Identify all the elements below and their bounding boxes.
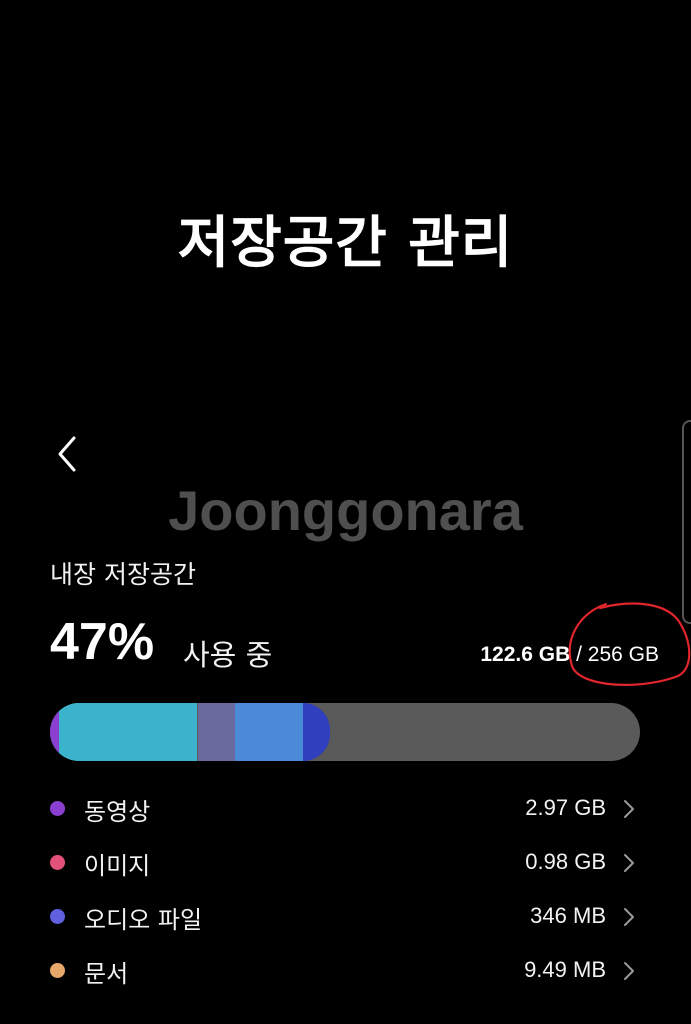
- category-label: 동영상: [84, 798, 151, 826]
- category-row[interactable]: 이미지 0.98 GB: [0, 836, 691, 890]
- category-size: 9.49 MB: [524, 957, 606, 982]
- category-color-dot: [50, 909, 65, 924]
- category-label: 문서: [84, 960, 129, 988]
- section-title: 내장 저장공간: [50, 560, 196, 589]
- chevron-right-icon: [624, 800, 634, 818]
- usage-bar-segment: [58, 703, 198, 761]
- category-label: 오디오 파일: [84, 906, 203, 934]
- category-row[interactable]: 문서 9.49 MB: [0, 944, 691, 998]
- usage-bar: [50, 703, 640, 761]
- watermark-logo: Joonggonara: [168, 479, 523, 542]
- in-use-label: 사용 중: [183, 638, 273, 672]
- category-size: 346 MB: [530, 903, 606, 928]
- category-size: 2.97 GB: [525, 795, 606, 820]
- back-button[interactable]: [52, 432, 86, 476]
- page-title: 저장공간 관리: [177, 211, 514, 276]
- category-label: 이미지: [84, 852, 151, 880]
- category-size: 0.98 GB: [525, 849, 606, 874]
- usage-bar-segment: [50, 703, 59, 761]
- category-row[interactable]: 동영상 2.97 GB: [0, 782, 691, 836]
- usage-bar-segment: [234, 703, 303, 761]
- chevron-right-icon: [624, 962, 634, 980]
- chevron-right-icon: [624, 854, 634, 872]
- category-color-dot: [50, 801, 65, 816]
- chevron-right-icon: [624, 908, 634, 926]
- category-color-dot: [50, 963, 65, 978]
- usage-bar-segment: [197, 703, 235, 761]
- usage-percent: 47%: [50, 613, 155, 671]
- usage-bar-segment: [302, 703, 331, 761]
- used-capacity: 122.6 GB: [480, 643, 571, 666]
- category-color-dot: [50, 855, 65, 870]
- chevron-left-icon: [58, 436, 76, 472]
- category-row[interactable]: 오디오 파일 346 MB: [0, 890, 691, 944]
- hand-drawn-circle-annotation: [568, 602, 691, 686]
